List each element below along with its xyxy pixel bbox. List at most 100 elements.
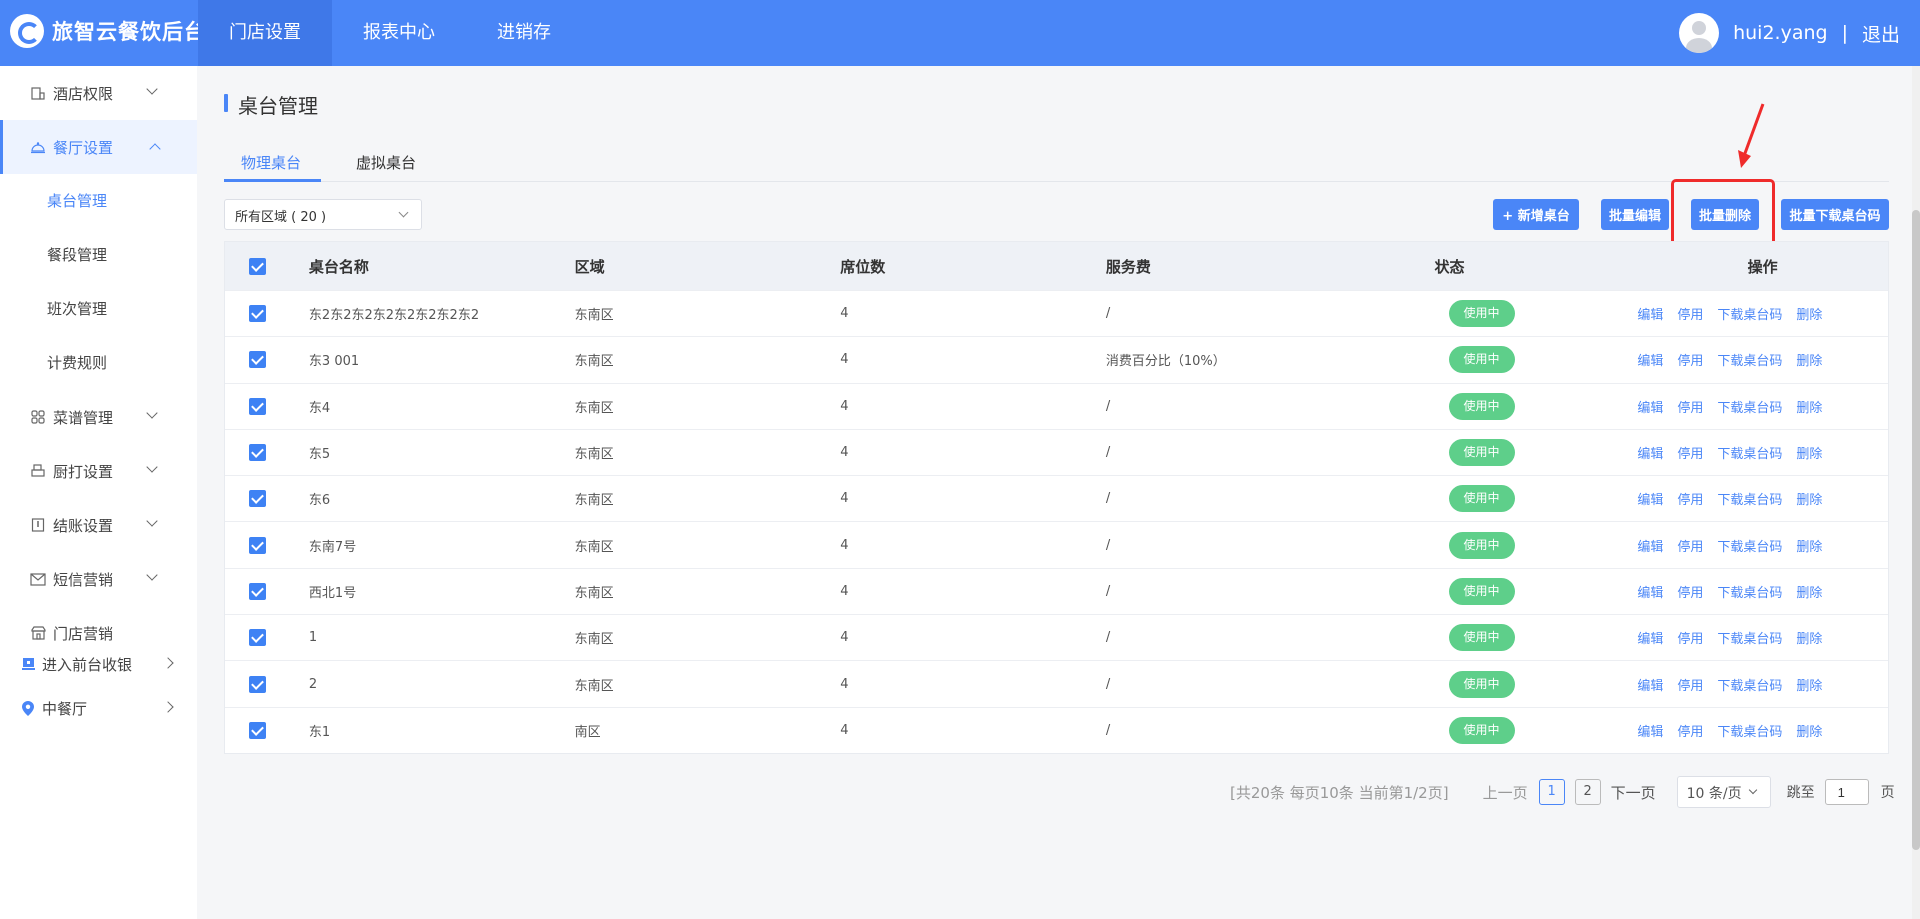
- add-table-button[interactable]: + 新增桌台: [1493, 199, 1579, 230]
- download-qr-link[interactable]: 下载桌台码: [1717, 582, 1782, 601]
- sidebar-item-kitchen-printing[interactable]: 厨打设置: [0, 444, 197, 498]
- sidebar-item-checkout-settings[interactable]: 结账设置: [0, 498, 197, 552]
- page-1-button[interactable]: 1: [1538, 779, 1565, 805]
- disable-link[interactable]: 停用: [1677, 397, 1703, 416]
- delete-link[interactable]: 删除: [1796, 350, 1822, 369]
- area-cell: 东南区: [574, 447, 614, 463]
- delete-link[interactable]: 删除: [1796, 536, 1822, 555]
- download-qr-link[interactable]: 下载桌台码: [1717, 443, 1782, 462]
- disable-link[interactable]: 停用: [1677, 443, 1703, 462]
- download-qr-link[interactable]: 下载桌台码: [1717, 350, 1782, 369]
- download-qr-link[interactable]: 下载桌台码: [1717, 721, 1782, 740]
- edit-link[interactable]: 编辑: [1637, 536, 1663, 555]
- username[interactable]: hui2.yang: [1733, 22, 1827, 44]
- nav-inventory[interactable]: 进销存: [466, 0, 582, 66]
- table-name-cell: 东南7号: [308, 539, 357, 555]
- edit-link[interactable]: 编辑: [1637, 675, 1663, 694]
- disable-link[interactable]: 停用: [1677, 489, 1703, 508]
- chevron-up-icon: [149, 143, 161, 155]
- enter-cashier-link[interactable]: 进入前台收银: [0, 642, 197, 686]
- nav-reports[interactable]: 报表中心: [332, 0, 466, 66]
- actions-cell: 编辑 停用 下载桌台码 删除: [1637, 443, 1888, 462]
- disable-link[interactable]: 停用: [1677, 675, 1703, 694]
- area-cell: 东南区: [574, 354, 614, 370]
- tab-physical-tables[interactable]: 物理桌台: [241, 152, 301, 173]
- edit-link[interactable]: 编辑: [1637, 628, 1663, 647]
- scrollbar-thumb[interactable]: [1912, 210, 1920, 850]
- sidebar-item-sms-marketing[interactable]: 短信营销: [0, 552, 197, 606]
- status-badge: 使用中: [1448, 346, 1515, 374]
- page-size-value: 10 条/页: [1686, 786, 1742, 802]
- status-badge: 使用中: [1448, 716, 1515, 744]
- row-checkbox[interactable]: [249, 305, 266, 323]
- edit-link[interactable]: 编辑: [1637, 443, 1663, 462]
- delete-link[interactable]: 删除: [1796, 582, 1822, 601]
- disable-link[interactable]: 停用: [1677, 628, 1703, 647]
- edit-link[interactable]: 编辑: [1637, 721, 1663, 740]
- seats-cell: 4: [840, 398, 849, 414]
- seats-cell: 4: [840, 583, 849, 599]
- edit-link[interactable]: 编辑: [1637, 489, 1663, 508]
- area-filter-select[interactable]: 所有区域 ( 20 ): [224, 199, 422, 230]
- select-all-checkbox[interactable]: [249, 257, 266, 275]
- row-checkbox[interactable]: [249, 675, 266, 693]
- disable-link[interactable]: 停用: [1677, 536, 1703, 555]
- delete-link[interactable]: 删除: [1796, 721, 1822, 740]
- delete-link[interactable]: 删除: [1796, 628, 1822, 647]
- restaurant-selector[interactable]: 中餐厅: [0, 686, 197, 730]
- row-checkbox[interactable]: [249, 351, 266, 369]
- disable-link[interactable]: 停用: [1677, 304, 1703, 323]
- top-header: 旅智云餐饮后台 门店设置 报表中心 进销存 hui2.yang | 退出: [0, 0, 1920, 66]
- restaurant-name: 中餐厅: [42, 699, 88, 718]
- avatar[interactable]: [1679, 13, 1720, 53]
- sidebar-item-hotel-permissions[interactable]: 酒店权限: [0, 66, 197, 120]
- delete-link[interactable]: 删除: [1796, 443, 1822, 462]
- download-qr-link[interactable]: 下载桌台码: [1717, 536, 1782, 555]
- disable-link[interactable]: 停用: [1677, 721, 1703, 740]
- batch-edit-button[interactable]: 批量编辑: [1601, 199, 1669, 230]
- download-qr-link[interactable]: 下载桌台码: [1717, 628, 1782, 647]
- row-checkbox[interactable]: [249, 397, 266, 415]
- tab-virtual-tables[interactable]: 虚拟桌台: [356, 152, 416, 173]
- page-size-select[interactable]: 10 条/页: [1676, 776, 1771, 808]
- edit-link[interactable]: 编辑: [1637, 582, 1663, 601]
- row-checkbox[interactable]: [249, 536, 266, 554]
- sidebar-sub-meal-periods[interactable]: 餐段管理: [0, 228, 197, 282]
- delete-link[interactable]: 删除: [1796, 675, 1822, 694]
- actions-cell: 编辑 停用 下载桌台码 删除: [1637, 721, 1888, 740]
- disable-link[interactable]: 停用: [1677, 582, 1703, 601]
- edit-link[interactable]: 编辑: [1637, 397, 1663, 416]
- edit-link[interactable]: 编辑: [1637, 304, 1663, 323]
- sidebar-sub-table-management[interactable]: 桌台管理: [0, 174, 197, 228]
- sidebar-item-restaurant-settings[interactable]: 餐厅设置: [0, 120, 197, 174]
- row-checkbox[interactable]: [249, 490, 266, 508]
- download-qr-link[interactable]: 下载桌台码: [1717, 304, 1782, 323]
- jump-page-input[interactable]: [1824, 779, 1869, 805]
- row-checkbox[interactable]: [249, 444, 266, 462]
- row-checkbox[interactable]: [249, 582, 266, 600]
- row-checkbox-cell: [225, 582, 309, 600]
- page-2-button[interactable]: 2: [1574, 779, 1601, 805]
- download-qr-link[interactable]: 下载桌台码: [1717, 489, 1782, 508]
- row-checkbox[interactable]: [249, 629, 266, 647]
- download-qr-link[interactable]: 下载桌台码: [1717, 675, 1782, 694]
- next-page-link[interactable]: 下一页: [1611, 782, 1656, 803]
- row-checkbox[interactable]: [249, 721, 266, 739]
- app-logo[interactable]: 旅智云餐饮后台: [10, 14, 206, 48]
- delete-link[interactable]: 删除: [1796, 489, 1822, 508]
- prev-page-link[interactable]: 上一页: [1483, 782, 1528, 803]
- download-qr-link[interactable]: 下载桌台码: [1717, 397, 1782, 416]
- batch-download-qr-button[interactable]: 批量下载桌台码: [1781, 199, 1889, 230]
- nav-store-settings[interactable]: 门店设置: [198, 0, 332, 66]
- page-scrollbar[interactable]: [1912, 66, 1920, 919]
- delete-link[interactable]: 删除: [1796, 304, 1822, 323]
- disable-link[interactable]: 停用: [1677, 350, 1703, 369]
- sidebar-sub-billing-rules[interactable]: 计费规则: [0, 336, 197, 390]
- sidebar-item-menu-management[interactable]: 菜谱管理: [0, 390, 197, 444]
- sidebar-sub-shifts[interactable]: 班次管理: [0, 282, 197, 336]
- area-cell: 东南区: [574, 632, 614, 648]
- edit-link[interactable]: 编辑: [1637, 350, 1663, 369]
- delete-link[interactable]: 删除: [1796, 397, 1822, 416]
- actions-cell: 编辑 停用 下载桌台码 删除: [1637, 350, 1888, 369]
- logout-link[interactable]: 退出: [1862, 20, 1900, 47]
